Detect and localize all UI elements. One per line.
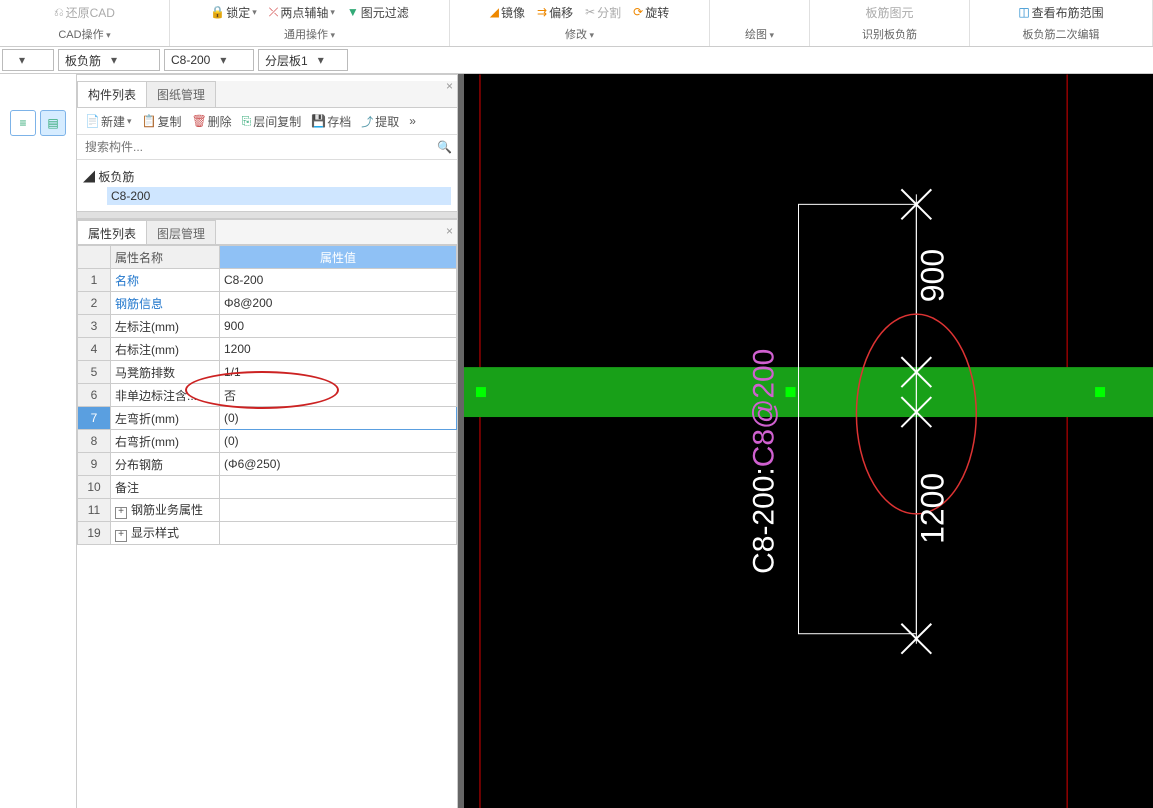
lock-button[interactable]: 锁定 <box>206 1 261 23</box>
new-button[interactable]: 新建 <box>81 110 136 132</box>
list-icon: ≡ <box>19 116 26 130</box>
restore-cad-button[interactable]: ⎌还原CAD <box>50 1 119 23</box>
combo-1[interactable]: ▾ <box>2 49 54 71</box>
ribbon-group-draw[interactable]: 绘图 <box>745 24 774 44</box>
property-row[interactable]: 3左标注(mm)900 <box>78 315 457 338</box>
search-icon[interactable] <box>437 140 451 154</box>
tree-root[interactable]: ◢ 板负筋 <box>83 166 451 187</box>
slab-rebar-elem-button[interactable]: 板筋图元 <box>861 1 917 23</box>
rebar-label-spec: C8@200 <box>748 349 781 468</box>
tab-layer-mgmt[interactable]: 图层管理 <box>146 220 216 244</box>
dim-top-text: 900 <box>914 249 950 302</box>
chevron-down-icon: ▾ <box>314 53 328 67</box>
selector-row: ▾ 板负筋▾ C8-200▾ 分层板1▾ <box>0 47 1153 74</box>
mirror-button[interactable]: ◢镜像 <box>486 1 529 23</box>
combo-category[interactable]: 板负筋▾ <box>58 49 160 71</box>
ribbon: ⎌还原CAD CAD操作 锁定 ⤫两点辅轴 ▼图元过滤 通用操作 ◢镜像 ⇉偏移… <box>0 0 1153 47</box>
property-row[interactable]: 2钢筋信息Φ8@200 <box>78 292 457 315</box>
property-row[interactable]: 7左弯折(mm)(0) <box>78 407 457 430</box>
col-value: 属性值 <box>220 246 457 269</box>
new-icon <box>85 114 99 128</box>
property-row[interactable]: 8右弯折(mm)(0) <box>78 430 457 453</box>
tab-property-list[interactable]: 属性列表 <box>77 220 147 244</box>
dim-bottom-text: 1200 <box>914 473 950 544</box>
chevron-down-icon: ▾ <box>15 53 29 67</box>
close-icon[interactable]: × <box>446 79 453 93</box>
rotate-button[interactable]: ⟳旋转 <box>629 1 673 23</box>
tab-drawing-mgmt[interactable]: 图纸管理 <box>146 81 216 107</box>
extract-button[interactable]: ⤴提取 <box>357 110 403 132</box>
property-row[interactable]: 11+钢筋业务属性 <box>78 499 457 522</box>
tab-component-list[interactable]: 构件列表 <box>77 81 147 107</box>
delete-icon <box>192 114 206 128</box>
ribbon-group-modify[interactable]: 修改 <box>565 24 594 44</box>
delete-button[interactable]: 删除 <box>188 110 236 132</box>
save-icon <box>311 114 325 128</box>
list-view-button[interactable]: ≡ <box>10 110 36 136</box>
side-panels: 构件列表 图纸管理 × 新建 复制 删除 ⎘层间复制 存档 ⤴提取 » ◢ 板负… <box>77 74 458 808</box>
view-rebar-range-button[interactable]: ◫查看布筋范围 <box>1014 1 1107 23</box>
tree-item-c8-200[interactable]: C8-200 <box>107 187 451 205</box>
combo-component[interactable]: C8-200▾ <box>164 49 254 71</box>
ribbon-group-cad[interactable]: CAD操作 <box>58 24 110 44</box>
component-tree: ◢ 板负筋 C8-200 <box>77 160 457 211</box>
layer-copy-button[interactable]: ⎘层间复制 <box>238 110 306 132</box>
close-icon[interactable]: × <box>446 224 453 238</box>
ribbon-group-recognize: 识别板负筋 <box>862 24 917 44</box>
annotation-ellipse <box>185 371 339 409</box>
two-point-axis-button[interactable]: ⤫两点辅轴 <box>265 1 339 23</box>
property-grid[interactable]: 属性名称 属性值 1名称C8-2002钢筋信息Φ8@2003左标注(mm)900… <box>77 245 457 808</box>
search-box[interactable] <box>77 135 457 160</box>
offset-button[interactable]: ⇉偏移 <box>533 1 577 23</box>
panel-icon: ▤ <box>47 116 58 130</box>
copy-icon <box>142 114 156 128</box>
col-name: 属性名称 <box>111 246 220 269</box>
archive-button[interactable]: 存档 <box>307 110 355 132</box>
more-button[interactable]: » <box>405 110 420 132</box>
ribbon-group-secondary-edit: 板负筋二次编辑 <box>1023 24 1100 44</box>
panel-view-button[interactable]: ▤ <box>40 110 66 136</box>
filter-button[interactable]: ▼图元过滤 <box>343 1 413 23</box>
rebar-label-prefix: C8-200: <box>748 467 781 574</box>
lock-icon <box>210 5 224 19</box>
left-rail: ≡ ▤ <box>0 74 77 808</box>
search-input[interactable] <box>83 139 437 155</box>
property-row[interactable]: 19+显示样式 <box>78 522 457 545</box>
splitter-h[interactable] <box>77 211 457 219</box>
combo-layer[interactable]: 分层板1▾ <box>258 49 348 71</box>
split-button[interactable]: ✂分割 <box>581 1 625 23</box>
svg-text:C8-200:C8@200: C8-200:C8@200 <box>748 349 781 574</box>
property-row[interactable]: 9分布钢筋(Φ6@250) <box>78 453 457 476</box>
ribbon-group-common[interactable]: 通用操作 <box>284 24 335 44</box>
property-row[interactable]: 1名称C8-200 <box>78 269 457 292</box>
drawing-canvas[interactable]: 900 1200 C8-200:C8@200 <box>464 74 1153 808</box>
chevron-down-icon: ▾ <box>107 53 121 67</box>
copy-button[interactable]: 复制 <box>138 110 186 132</box>
property-row[interactable]: 10备注 <box>78 476 457 499</box>
property-row[interactable]: 4右标注(mm)1200 <box>78 338 457 361</box>
chevron-down-icon: ▾ <box>216 53 230 67</box>
component-toolbar: 新建 复制 删除 ⎘层间复制 存档 ⤴提取 » <box>77 108 457 135</box>
